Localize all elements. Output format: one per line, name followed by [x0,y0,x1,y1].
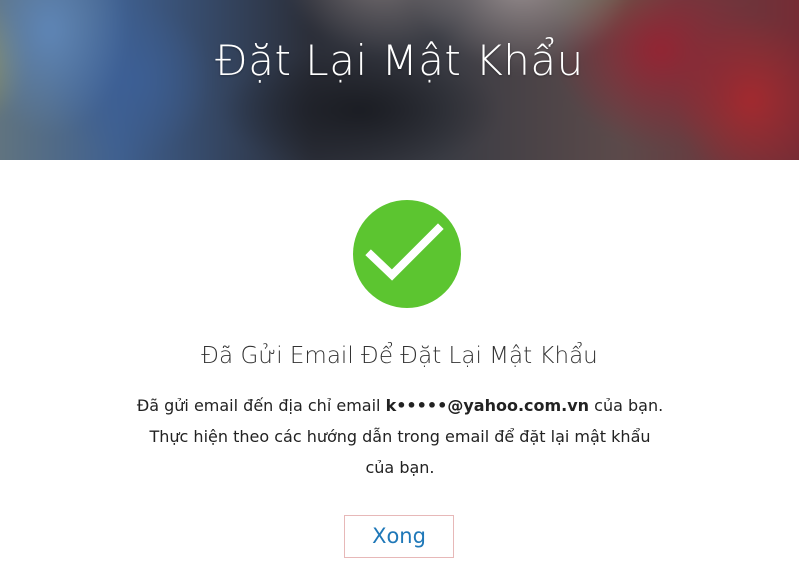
success-badge [353,200,461,308]
done-button[interactable]: Xong [344,515,454,558]
masked-email: k•••••@yahoo.com.vn [385,396,590,415]
checkmark-icon [365,223,444,281]
message-line-2: Thực hiện theo các hướng dẫn trong email… [149,427,651,446]
header-banner: Đặt Lại Mật Khẩu [0,0,799,160]
message-prefix: Đã gửi email đến địa chỉ email [136,396,386,415]
status-message: Đã gửi email đến địa chỉ email k•••••@ya… [100,390,700,483]
message-suffix: của bạn. [589,396,664,415]
status-title: Đã Gửi Email Để Đặt Lại Mật Khẩu [201,343,598,369]
message-line-1: Đã gửi email đến địa chỉ email k•••••@ya… [100,390,700,421]
message-line-3: của bạn. [365,458,435,477]
page-title: Đặt Lại Mật Khẩu [215,36,584,85]
